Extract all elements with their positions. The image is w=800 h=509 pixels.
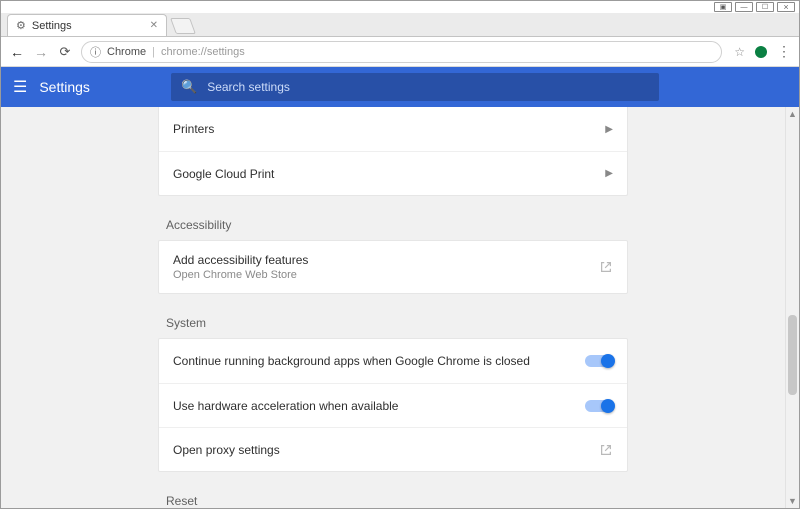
row-label: Continue running background apps when Go…: [173, 354, 530, 368]
gear-icon: ⚙: [16, 19, 26, 32]
settings-search[interactable]: 🔍: [171, 73, 659, 101]
row-subtitle: Open Chrome Web Store: [173, 269, 308, 281]
page-title: Settings: [39, 79, 90, 95]
row-label: Google Cloud Print: [173, 167, 274, 181]
row-label: Open proxy settings: [173, 443, 280, 457]
nav-forward-button[interactable]: →: [33, 44, 49, 60]
browser-menu-button[interactable]: ⋮: [777, 43, 791, 60]
row-label: Use hardware acceleration when available: [173, 399, 398, 413]
search-icon: 🔍: [181, 79, 197, 95]
tab-close-icon[interactable]: ✕: [150, 20, 158, 31]
settings-row-accessibility[interactable]: Add accessibility features Open Chrome W…: [159, 241, 627, 293]
extension-icon[interactable]: [755, 46, 767, 58]
window-user-button[interactable]: ▣: [714, 2, 732, 12]
window-close-button[interactable]: ⨯: [777, 2, 795, 12]
settings-row-background-apps[interactable]: Continue running background apps when Go…: [159, 339, 627, 383]
nav-back-button[interactable]: ←: [9, 44, 25, 60]
section-label-accessibility: Accessibility: [166, 218, 628, 232]
chevron-right-icon: ▶: [605, 168, 613, 179]
settings-header: ☰ Settings 🔍: [1, 67, 799, 107]
row-title: Add accessibility features: [173, 253, 308, 267]
section-label-reset: Reset: [166, 494, 628, 508]
external-link-icon: [599, 260, 613, 274]
scroll-down-arrow[interactable]: ▼: [786, 494, 799, 508]
section-label-system: System: [166, 316, 628, 330]
hamburger-menu-icon[interactable]: ☰: [13, 77, 27, 97]
chevron-right-icon: ▶: [605, 124, 613, 135]
tab-title: Settings: [32, 20, 144, 32]
browser-tab-settings[interactable]: ⚙ Settings ✕: [7, 14, 167, 36]
window-minimize-button[interactable]: —: [735, 2, 753, 12]
window-maximize-button[interactable]: ☐: [756, 2, 774, 12]
navigation-bar: ← → ⟳ ⓘ Chrome | chrome://settings ☆ ⋮: [1, 37, 799, 67]
window-title-bar: ▣ — ☐ ⨯: [1, 1, 799, 13]
scroll-track[interactable]: [786, 121, 799, 494]
toggle-background-apps[interactable]: [585, 355, 613, 367]
scroll-thumb[interactable]: [788, 315, 797, 395]
address-scheme: Chrome: [107, 46, 146, 58]
settings-row-cloud-print[interactable]: Google Cloud Print ▶: [159, 151, 627, 195]
settings-row-printers[interactable]: Printers ▶: [159, 107, 627, 151]
address-bar[interactable]: ⓘ Chrome | chrome://settings: [81, 41, 722, 63]
new-tab-button[interactable]: [170, 18, 196, 34]
settings-row-hardware-accel[interactable]: Use hardware acceleration when available: [159, 383, 627, 427]
vertical-scrollbar[interactable]: ▲ ▼: [785, 107, 799, 508]
row-label: Printers: [173, 122, 214, 136]
tab-strip: ⚙ Settings ✕: [1, 13, 799, 37]
external-link-icon: [599, 443, 613, 457]
bookmark-star-icon[interactable]: ☆: [734, 45, 745, 59]
nav-reload-button[interactable]: ⟳: [57, 44, 73, 60]
settings-row-proxy[interactable]: Open proxy settings: [159, 427, 627, 471]
search-input[interactable]: [207, 80, 649, 94]
settings-content: Printers ▶ Google Cloud Print ▶ Accessib…: [1, 107, 785, 508]
site-info-icon[interactable]: ⓘ: [90, 44, 101, 60]
toggle-hardware-accel[interactable]: [585, 400, 613, 412]
address-path: chrome://settings: [161, 46, 245, 58]
scroll-up-arrow[interactable]: ▲: [786, 107, 799, 121]
